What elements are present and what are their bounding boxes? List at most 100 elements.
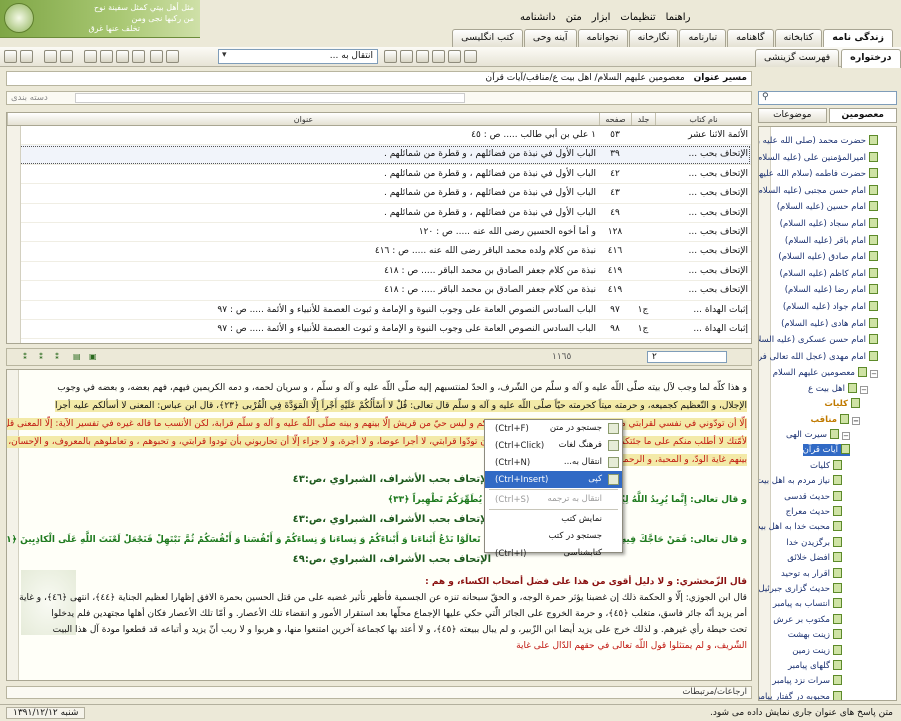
next-icon[interactable]: ⁑ xyxy=(55,352,66,363)
tree-node[interactable]: افضل خلائق xyxy=(787,552,842,564)
tree-node[interactable]: حدیث گزاری جبرئیل xyxy=(759,583,842,595)
context-menu-item[interactable]: جستجو در متن (Ctrl+F) xyxy=(485,420,622,437)
grid-row[interactable]: الإتحاف بحب ... ٤٩ الباب الأول في نبذة من … xyxy=(7,204,751,223)
image-icon[interactable]: ▣ xyxy=(89,352,100,363)
toggle-infallibles[interactable]: معصومین xyxy=(828,108,897,123)
tree-node[interactable]: زینت بهشت xyxy=(788,629,842,641)
tree-node[interactable]: امیرالمؤمنین علی (علیه السلام) xyxy=(759,151,878,164)
context-menu-item[interactable]: کپی (Ctrl+Insert) xyxy=(485,471,622,488)
bookmark-icon[interactable] xyxy=(400,50,413,63)
print-icon[interactable] xyxy=(44,50,57,63)
context-menu-item[interactable]: نمایش کتب xyxy=(485,511,622,528)
tree-node[interactable]: امام حسن مجتبی (علیه السلام) xyxy=(759,184,878,197)
tree-node[interactable]: حدیث معراج xyxy=(786,506,842,518)
tree-node[interactable]: اقرار به توحید xyxy=(781,567,842,580)
keyboard-icon[interactable] xyxy=(100,50,113,63)
toggle-topics[interactable]: موضوعات xyxy=(758,108,827,123)
tree-scrollbar[interactable] xyxy=(759,127,771,700)
eraser-icon[interactable] xyxy=(448,50,461,63)
tree-search-input[interactable]: ⚲ xyxy=(758,91,897,105)
grid-row[interactable]: الإتحاف بحب ... ٤٢ الباب الأول في نبذة من … xyxy=(7,165,751,185)
tree-node[interactable]: محبوبه در گفتار پیامبر xyxy=(759,690,842,700)
tree-node[interactable]: امام صادق (علیه السلام) xyxy=(778,251,878,263)
tree-node[interactable]: امام مهدی (عجل الله تعالی فرج xyxy=(759,350,878,363)
tree-node[interactable]: برگزیدن خدا xyxy=(786,536,842,549)
grid-row[interactable]: الأئمة الاثنا عشر ٥٣ ١ علي بن أبي طالب ...… xyxy=(7,126,751,146)
tab-biography[interactable]: زندگی نامه xyxy=(823,29,893,48)
first-icon[interactable]: ⁑ xyxy=(23,352,34,363)
tree-node[interactable]: حضرت فاطمه (سلام الله علیها) xyxy=(759,168,878,180)
header-volume[interactable]: جلد xyxy=(631,113,655,125)
text-scrollbar[interactable] xyxy=(7,370,19,680)
note-icon[interactable] xyxy=(416,50,429,63)
grid-row[interactable]: الإتحاف بحب ... ١٢٨ و أما أخوه الحسين رضى … xyxy=(7,223,751,243)
collapse-icon[interactable]: − xyxy=(842,432,850,440)
tree-node[interactable]: کلیات xyxy=(810,459,842,472)
goto-combo[interactable]: انتقال به ... xyxy=(218,49,378,64)
context-menu-item[interactable]: انتقال به... (Ctrl+N) xyxy=(485,454,622,471)
grid-row[interactable]: الإتحاف بحب ... ٤٣ الباب الأول في نبذة من … xyxy=(7,184,751,204)
tree-node[interactable]: − معصومین علیهم السلام xyxy=(773,367,878,379)
tree-node[interactable]: زینت زمین xyxy=(792,644,842,657)
collapse-icon[interactable]: − xyxy=(870,370,878,379)
context-menu-item[interactable]: انتقال به ترجمه (Ctrl+S) xyxy=(485,491,622,508)
tree-node[interactable]: − مناقب xyxy=(811,413,860,426)
tree-node[interactable]: امام رضا (علیه السلام) xyxy=(785,284,878,296)
menu-settings[interactable]: تنظیمات xyxy=(620,12,655,28)
check-icon[interactable] xyxy=(464,50,477,63)
grid-row[interactable]: الإتحاف بحب ... ٤١٩ نبذة من كلام جعفر الصا… xyxy=(7,262,751,282)
save-icon[interactable] xyxy=(84,50,97,63)
copy-icon[interactable] xyxy=(166,50,179,63)
back-icon[interactable] xyxy=(4,50,17,63)
search-icon[interactable]: ⚲ xyxy=(762,92,769,102)
context-menu-item[interactable]: کتابشناسی (Ctrl+I) xyxy=(485,545,622,562)
tab-calendar[interactable]: گاهنامه xyxy=(727,29,774,47)
tree-node[interactable]: آیات قرآن xyxy=(802,444,850,457)
tree-node[interactable]: امام کاظم (علیه السلام) xyxy=(780,267,878,280)
settings-icon[interactable] xyxy=(116,50,129,63)
tab-revelation[interactable]: آینه وحی xyxy=(523,29,577,47)
collapse-icon[interactable]: − xyxy=(852,416,860,425)
tree-node[interactable]: امام هادی (علیه السلام) xyxy=(781,317,878,330)
header-title[interactable]: عنوان xyxy=(7,113,599,125)
grid-row[interactable]: إثبات الهداة ... ج١ ٩٧ الباب السادس النصوص … xyxy=(7,301,751,320)
tree-node[interactable]: امام حسن عسکری (علیه السلام) xyxy=(759,334,878,346)
tab-tree[interactable]: درختواره xyxy=(841,49,901,68)
grid-row[interactable]: الإتحاف بحب ... ٤١٩ نبذة من كلام جعفر الصا… xyxy=(7,281,751,301)
tree-node[interactable]: امام جواد (علیه السلام) xyxy=(783,301,878,313)
tab-english-books[interactable]: کتب انگلیسی xyxy=(452,29,523,47)
context-menu-item[interactable]: جستجو در کتب xyxy=(485,528,622,545)
grid-scrollbar[interactable] xyxy=(7,126,21,343)
collapse-icon[interactable]: − xyxy=(860,385,868,394)
preview-icon[interactable] xyxy=(60,50,73,63)
tree-node[interactable]: کلیات xyxy=(824,398,860,410)
menu-help[interactable]: راهنما xyxy=(666,12,691,28)
tree-node[interactable]: نیاز مردم به اهل بیت xyxy=(759,475,842,487)
edit-icon[interactable] xyxy=(150,50,163,63)
tree-node[interactable]: حضرت محمد (صلی الله علیه و xyxy=(759,135,878,147)
tab-gallery[interactable]: نگارخانه xyxy=(628,29,679,47)
tab-prayers[interactable]: نجوانامه xyxy=(577,29,628,47)
text-viewer[interactable]: و هذا كلّه لما وجب لآل بيته صلّى اللّه ع… xyxy=(6,369,752,681)
tree-node[interactable]: امام حسین (علیه السلام) xyxy=(777,201,878,213)
tree-node[interactable]: گلهای پیامبر xyxy=(788,660,842,672)
page-icon[interactable]: ▤ xyxy=(73,352,84,363)
go-icon[interactable] xyxy=(384,50,397,63)
menu-tools[interactable]: ابزار xyxy=(592,12,611,28)
tree-node[interactable]: سرات نزد پیامبر xyxy=(772,675,842,687)
grid-row[interactable]: الإتحاف بحب ... ٤١٦ نبذة من كلام ولده محمد… xyxy=(7,242,751,262)
tab-library[interactable]: کتابخانه xyxy=(774,29,823,47)
tree-node[interactable]: امام سجاد (علیه السلام) xyxy=(780,218,878,230)
tree-node[interactable]: حدیث قدسی xyxy=(784,490,842,503)
tree-node[interactable]: − سیرت الهی xyxy=(786,429,850,441)
header-book[interactable]: نام کتاب xyxy=(655,113,751,125)
tab-selected-index[interactable]: فهرست گزینشی xyxy=(755,49,840,67)
references-bar[interactable]: ارجاعات/مرتبطات xyxy=(6,686,752,699)
tree-node[interactable]: انتساب به پیامبر xyxy=(773,598,842,610)
header-page[interactable]: صفحه xyxy=(599,113,631,125)
prev-icon[interactable]: ⁑ xyxy=(39,352,50,363)
grid-row[interactable]: الإتحاف بحب ... ٣٩ الباب الأول في نبذة من … xyxy=(7,145,751,165)
grid-row[interactable]: إثبات الهداة ... ج١ ٩٨ الباب السادس النصوص … xyxy=(7,320,751,340)
grid-icon[interactable] xyxy=(432,50,445,63)
font-icon[interactable] xyxy=(132,50,145,63)
